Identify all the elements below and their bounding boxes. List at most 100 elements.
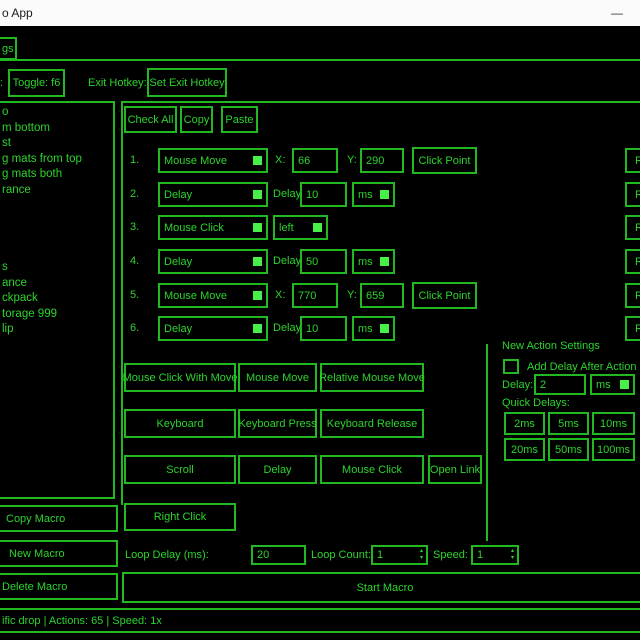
new-action-unit-dropdown[interactable]: ms — [590, 374, 635, 395]
dropdown-indicator-icon — [253, 257, 262, 266]
dropdown-indicator-icon — [313, 223, 322, 232]
palette-scroll-button[interactable]: Scroll — [124, 455, 236, 484]
macro-list-item[interactable] — [2, 214, 113, 230]
loop-delay-input[interactable] — [251, 545, 306, 565]
palette-keyboard-button[interactable]: Keyboard — [124, 409, 236, 438]
dropdown-indicator-icon — [620, 380, 629, 389]
macro-list-item[interactable] — [2, 198, 113, 214]
loop-count-stepper[interactable]: 1 ▴▾ — [371, 545, 428, 565]
remove-action-button[interactable]: Remove — [625, 249, 640, 274]
palette-open-link-button[interactable]: Open Link — [428, 455, 482, 484]
quick-delay-20ms-button[interactable]: 20ms — [504, 438, 545, 461]
palette-mouse-click-with-move-button[interactable]: Mouse Click With Move — [124, 363, 236, 392]
palette-keyboard-release-button[interactable]: Keyboard Release — [320, 409, 424, 438]
palette-mouse-move-button[interactable]: Mouse Move — [238, 363, 317, 392]
action-type-dropdown[interactable]: Delay — [158, 316, 268, 341]
action-number: 3. — [130, 221, 139, 233]
window-title: o App — [2, 6, 33, 20]
action-type-value: Delay — [164, 323, 192, 335]
delay-label: Delay — [273, 322, 301, 335]
macro-list-item[interactable]: o — [2, 105, 113, 121]
macro-list-item[interactable]: g mats from top — [2, 152, 113, 168]
macro-list-item[interactable]: lip — [2, 322, 113, 338]
unit-dropdown[interactable]: ms — [352, 182, 395, 207]
action-number: 6. — [130, 322, 139, 334]
dropdown-indicator-icon — [380, 324, 389, 333]
quick-delays-label: Quick Delays: — [502, 397, 570, 410]
delay-input[interactable] — [300, 249, 347, 274]
new-action-settings-title: New Action Settings — [502, 340, 600, 353]
unit-dropdown[interactable]: ms — [352, 249, 395, 274]
macro-list-item[interactable] — [2, 245, 113, 261]
minimize-button[interactable]: — — [605, 4, 629, 22]
macro-list-item[interactable]: g mats both — [2, 167, 113, 183]
check-all-button[interactable]: Check All — [124, 106, 177, 133]
x-input[interactable] — [292, 148, 338, 173]
delay-input[interactable] — [300, 316, 347, 341]
tab-settings[interactable]: gs — [0, 37, 17, 60]
copy-macro-button[interactable]: Copy Macro — [0, 505, 118, 532]
macro-list-item[interactable] — [2, 229, 113, 245]
dropdown-indicator-icon — [253, 156, 262, 165]
palette-right-click-button[interactable]: Right Click — [124, 503, 236, 531]
tab-underline — [0, 59, 640, 61]
y-input[interactable] — [360, 283, 404, 308]
copy-button[interactable]: Copy — [180, 106, 213, 133]
action-type-dropdown[interactable]: Delay — [158, 249, 268, 274]
action-type-dropdown[interactable]: Delay — [158, 182, 268, 207]
palette-mouse-click-button[interactable]: Mouse Click — [320, 455, 424, 484]
quick-delay-100ms-button[interactable]: 100ms — [592, 438, 635, 461]
add-delay-checkbox[interactable] — [503, 359, 519, 374]
quick-delay-5ms-button[interactable]: 5ms — [548, 412, 589, 435]
unit-value: ms — [596, 379, 611, 391]
action-type-dropdown[interactable]: Mouse Move — [158, 148, 268, 173]
dropdown-indicator-icon — [253, 324, 262, 333]
start-macro-button[interactable]: Start Macro — [122, 572, 640, 603]
loop-count-label: Loop Count: — [311, 549, 371, 562]
quick-delay-2ms-button[interactable]: 2ms — [504, 412, 545, 435]
action-type-dropdown[interactable]: Mouse Move — [158, 283, 268, 308]
stepper-arrows-icon[interactable]: ▴▾ — [420, 548, 423, 562]
x-label: X: — [275, 289, 285, 302]
exit-hotkey-label: Exit Hotkey: — [88, 77, 147, 90]
y-label: Y: — [347, 289, 357, 302]
new-action-delay-input[interactable] — [534, 374, 586, 395]
click-point-button[interactable]: Click Point — [412, 282, 477, 309]
palette-keyboard-press-button[interactable]: Keyboard Press — [238, 409, 317, 438]
window-titlebar: o App — — [0, 0, 640, 26]
speed-label: Speed: — [433, 549, 468, 562]
paste-button[interactable]: Paste — [221, 106, 258, 133]
palette-delay-button[interactable]: Delay — [238, 455, 317, 484]
toggle-hotkey-button[interactable]: Toggle: f6 — [8, 69, 65, 97]
macro-list: o m bottom st g mats from top g mats bot… — [0, 101, 115, 499]
quick-delay-10ms-button[interactable]: 10ms — [592, 412, 635, 435]
palette-relative-mouse-move-button[interactable]: Relative Mouse Move — [320, 363, 424, 392]
macro-list-item[interactable]: torage 999 — [2, 307, 113, 323]
macro-list-item[interactable]: rance — [2, 183, 113, 199]
remove-action-button[interactable]: Remove — [625, 215, 640, 240]
y-input[interactable] — [360, 148, 404, 173]
quick-delay-50ms-button[interactable]: 50ms — [548, 438, 589, 461]
macro-list-item[interactable]: m bottom — [2, 121, 113, 137]
unit-dropdown[interactable]: ms — [352, 316, 395, 341]
action-type-dropdown[interactable]: Mouse Click — [158, 215, 268, 240]
mouse-button-dropdown[interactable]: left — [273, 215, 328, 240]
speed-stepper[interactable]: 1 ▴▾ — [471, 545, 519, 565]
new-macro-button[interactable]: New Macro — [0, 540, 118, 567]
remove-action-button[interactable]: Remove — [625, 182, 640, 207]
dropdown-indicator-icon — [253, 223, 262, 232]
macro-list-item[interactable]: ckpack — [2, 291, 113, 307]
macro-list-item[interactable]: s — [2, 260, 113, 276]
remove-action-button[interactable]: Remove — [625, 148, 640, 173]
set-exit-hotkey-button[interactable]: Set Exit Hotkey — [147, 68, 227, 97]
macro-list-item[interactable]: st — [2, 136, 113, 152]
remove-action-button[interactable]: Remove — [625, 283, 640, 308]
macro-list-item[interactable]: ance — [2, 276, 113, 292]
delay-input[interactable] — [300, 182, 347, 207]
delete-macro-button[interactable]: Delete Macro — [0, 573, 118, 600]
remove-action-button[interactable]: Remove — [625, 316, 640, 341]
delay-label: Delay — [273, 255, 301, 268]
click-point-button[interactable]: Click Point — [412, 147, 477, 174]
x-input[interactable] — [292, 283, 338, 308]
stepper-arrows-icon[interactable]: ▴▾ — [511, 548, 514, 562]
